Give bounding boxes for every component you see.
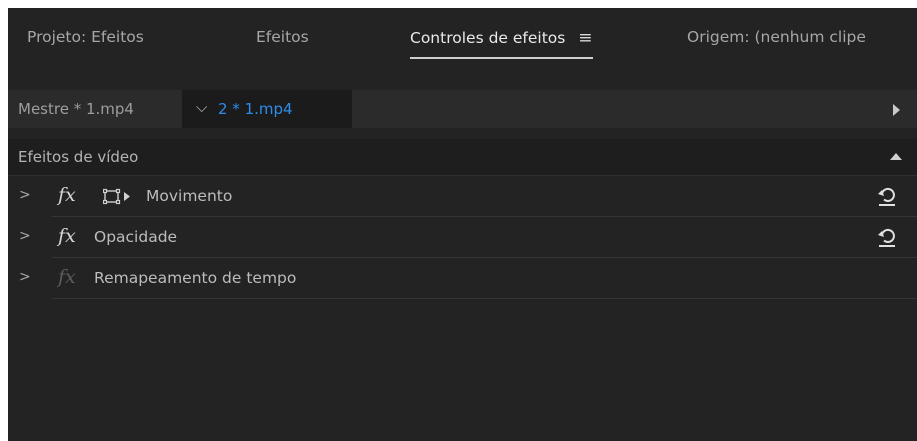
effect-name-label: Remapeamento de tempo [94, 269, 297, 287]
video-effects-header: Efeitos de vídeo [8, 139, 917, 176]
tab-effect-controls[interactable]: Controles de efeitos ≡ [410, 28, 593, 59]
sequence-clip-label: 2 * 1.mp4 [218, 100, 293, 118]
reset-parameter-icon[interactable] [876, 226, 898, 248]
transform-handles-icon[interactable] [103, 188, 135, 206]
video-effects-title: Efeitos de vídeo [18, 148, 139, 166]
chevron-right-icon[interactable]: > [19, 269, 31, 285]
effect-row-remapeamento-de-tempo[interactable]: > fx Remapeamento de tempo [8, 258, 917, 299]
effect-name-label: Movimento [146, 187, 233, 205]
scroll-up-triangle-icon[interactable] [890, 153, 902, 160]
tab-effects[interactable]: Efeitos [256, 28, 309, 46]
effect-name-label: Opacidade [94, 228, 178, 246]
clip-selector-row: Mestre * 1.mp4 ⌵ 2 * 1.mp4 [8, 90, 917, 128]
chevron-right-icon[interactable]: > [19, 228, 31, 244]
tab-project-label: Projeto: Efeitos [27, 28, 144, 46]
chevron-down-icon[interactable]: ⌵ [196, 98, 207, 116]
effect-row-movimento[interactable]: > fx Movimento [8, 176, 917, 217]
effect-row-opacidade[interactable]: > fx Opacidade [8, 217, 917, 258]
fx-toggle-icon[interactable]: fx [58, 266, 76, 288]
tab-source-label: Origem: (nenhum clipe [687, 28, 866, 46]
panel-tab-bar: Projeto: Efeitos Efeitos Controles de ef… [8, 8, 917, 90]
tab-effect-controls-label: Controles de efeitos [410, 29, 566, 47]
timeline-toggle-arrow-icon[interactable] [893, 104, 900, 116]
fx-toggle-icon[interactable]: fx [58, 225, 76, 247]
tab-effects-label: Efeitos [256, 28, 309, 46]
fx-toggle-icon[interactable]: fx [58, 184, 76, 206]
master-clip-label[interactable]: Mestre * 1.mp4 [18, 100, 134, 118]
row-divider [52, 298, 917, 299]
effect-controls-panel: Projeto: Efeitos Efeitos Controles de ef… [8, 8, 917, 441]
hamburger-menu-icon[interactable]: ≡ [578, 28, 592, 48]
tab-project[interactable]: Projeto: Efeitos [27, 28, 144, 46]
tab-source[interactable]: Origem: (nenhum clipe [687, 28, 866, 46]
sequence-clip-dropdown[interactable]: ⌵ 2 * 1.mp4 [182, 90, 352, 128]
active-tab-underline [410, 57, 593, 59]
reset-parameter-icon[interactable] [876, 185, 898, 207]
chevron-right-icon[interactable]: > [19, 187, 31, 203]
